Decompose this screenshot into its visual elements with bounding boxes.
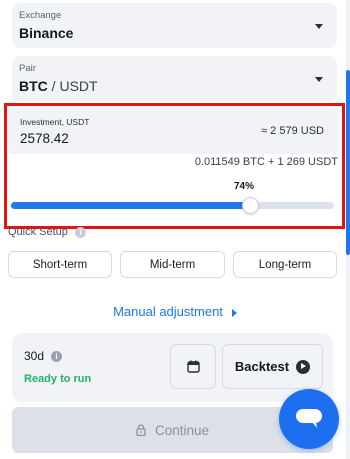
manual-adjustment-label: Manual adjustment bbox=[113, 304, 223, 319]
quick-setup-label: Quick Setup i bbox=[8, 226, 86, 238]
backtest-summary: 30d i Ready to run Backtest bbox=[12, 333, 333, 402]
exchange-select[interactable]: Exchange Binance bbox=[12, 3, 337, 48]
period: 30d i bbox=[24, 349, 63, 363]
period-value: 30d bbox=[24, 349, 45, 363]
quick-setup-text: Quick Setup bbox=[8, 226, 68, 238]
long-term-button[interactable]: Long-term bbox=[233, 251, 337, 278]
exchange-value: Binance bbox=[19, 25, 74, 41]
short-term-button[interactable]: Short-term bbox=[8, 251, 112, 278]
pair-value: BTC / USDT bbox=[19, 78, 98, 94]
pair-separator: / bbox=[47, 78, 60, 94]
caret-down-icon bbox=[315, 77, 323, 82]
exchange-label: Exchange bbox=[19, 10, 62, 21]
pair-select[interactable]: Pair BTC / USDT bbox=[12, 56, 337, 101]
play-icon bbox=[296, 359, 311, 374]
backtest-button[interactable]: Backtest bbox=[222, 344, 323, 389]
chat-button[interactable] bbox=[279, 389, 339, 449]
continue-label: Continue bbox=[154, 422, 210, 438]
calendar-icon bbox=[186, 360, 200, 373]
chevron-right-icon bbox=[231, 308, 237, 317]
pair-quote: USDT bbox=[59, 78, 98, 94]
calendar-button[interactable] bbox=[170, 344, 216, 389]
pair-base: BTC bbox=[19, 78, 48, 94]
mid-term-button[interactable]: Mid-term bbox=[120, 251, 225, 278]
highlight-box bbox=[4, 103, 345, 229]
info-icon[interactable]: i bbox=[74, 226, 86, 238]
lock-icon bbox=[136, 424, 146, 436]
info-icon[interactable]: i bbox=[51, 351, 63, 363]
scrollbar-thumb[interactable] bbox=[346, 70, 350, 255]
pair-label: Pair bbox=[19, 63, 36, 74]
status-ready: Ready to run bbox=[24, 373, 92, 385]
chat-icon bbox=[296, 409, 322, 428]
backtest-label: Backtest bbox=[234, 359, 290, 374]
manual-adjustment-link[interactable]: Manual adjustment bbox=[0, 304, 350, 319]
caret-down-icon bbox=[315, 24, 323, 29]
